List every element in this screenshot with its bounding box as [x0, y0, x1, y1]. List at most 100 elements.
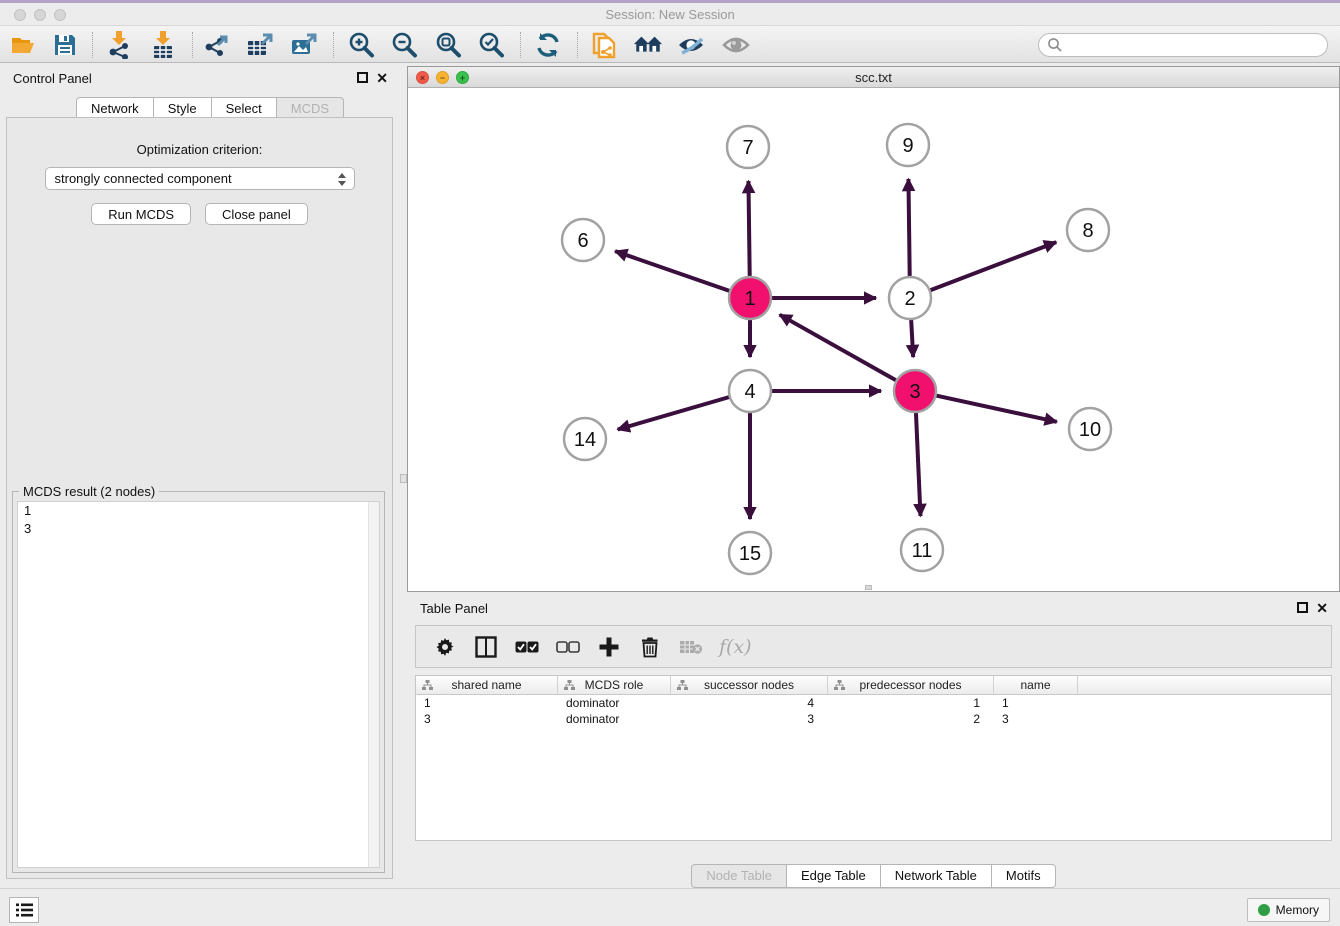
network-canvas[interactable]: 7968124314101511 — [408, 88, 1339, 591]
zoom-selected-icon[interactable] — [476, 31, 506, 59]
tab-node-table[interactable]: Node Table — [691, 864, 786, 888]
main-toolbar — [0, 26, 1340, 63]
import-table-from-file-icon[interactable] — [148, 31, 178, 59]
toolbar-separator — [192, 32, 193, 58]
cell-successor-nodes[interactable]: 4 — [671, 695, 828, 711]
control-panel: Control Panel ✕ NetworkStyleSelectMCDS O… — [0, 66, 400, 884]
control-panel-float-icon[interactable] — [357, 72, 368, 83]
criterion-select[interactable]: strongly connected component — [45, 167, 355, 190]
export-image-icon[interactable] — [289, 31, 319, 59]
save-session-icon[interactable] — [50, 31, 80, 59]
graph-edge-3-11[interactable] — [916, 412, 921, 516]
app-window-title: Session: New Session — [0, 7, 1340, 22]
select-stepper-icon — [338, 172, 347, 187]
graph-edge-2-8[interactable] — [930, 242, 1057, 290]
select-all-checks-icon[interactable] — [514, 634, 540, 660]
cell-MCDS-role[interactable]: dominator — [558, 695, 671, 711]
result-scrollbar[interactable] — [368, 502, 379, 867]
show-eye-icon[interactable] — [721, 31, 751, 59]
memory-status-icon — [1258, 904, 1270, 916]
cell-MCDS-role[interactable]: dominator — [558, 711, 671, 727]
graph-node-label-8: 8 — [1082, 220, 1093, 242]
zoom-in-icon[interactable] — [346, 31, 376, 59]
column-header-predecessor-nodes[interactable]: predecessor nodes — [828, 676, 994, 694]
network-from-file-icon[interactable] — [589, 31, 619, 59]
search-icon — [1047, 37, 1063, 53]
cell-shared-name[interactable]: 1 — [416, 695, 558, 711]
mcds-panel: Optimization criterion: strongly connect… — [6, 117, 393, 879]
import-network-from-file-icon[interactable] — [104, 31, 134, 59]
cell-name[interactable]: 3 — [994, 711, 1078, 727]
export-table-icon[interactable] — [245, 31, 275, 59]
memory-label: Memory — [1276, 903, 1319, 917]
zoom-out-icon[interactable] — [389, 31, 419, 59]
hide-eye-icon[interactable] — [676, 31, 706, 59]
delete-table-icon[interactable] — [678, 634, 704, 660]
home-icon[interactable] — [633, 31, 663, 59]
table-settings-gear-icon[interactable] — [432, 634, 458, 660]
task-history-button[interactable] — [9, 897, 39, 923]
graph-node-label-4: 4 — [744, 381, 755, 403]
network-view-window: × − + scc.txt 7968124314101511 — [407, 66, 1340, 592]
search-field[interactable] — [1038, 33, 1328, 57]
optimization-criterion-label: Optimization criterion: — [7, 142, 392, 157]
app-titlebar: Session: New Session — [0, 3, 1340, 26]
column-header-MCDS-role[interactable]: MCDS role — [558, 676, 671, 694]
cell-successor-nodes[interactable]: 3 — [671, 711, 828, 727]
mcds-result-textarea[interactable]: 13 — [17, 501, 380, 868]
graph-node-label-10: 10 — [1079, 419, 1101, 441]
graph-edge-2-9[interactable] — [908, 179, 909, 277]
graph-node-label-2: 2 — [904, 288, 915, 310]
table-toolbar: f(x) — [415, 625, 1332, 668]
graph-edge-1-6[interactable] — [615, 251, 730, 291]
node-table: shared nameMCDS rolesuccessor nodesprede… — [415, 675, 1332, 841]
delete-column-trash-icon[interactable] — [637, 634, 663, 660]
table-row[interactable]: 1dominator411 — [416, 695, 1331, 711]
graph-edge-1-7[interactable] — [748, 181, 749, 277]
panel-divider-handle[interactable] — [400, 474, 407, 483]
toolbar-separator — [577, 32, 578, 58]
function-builder-icon[interactable]: f(x) — [719, 636, 752, 658]
tab-motifs[interactable]: Motifs — [991, 864, 1056, 888]
graph-edge-3-1[interactable] — [780, 315, 897, 381]
table-row[interactable]: 3dominator323 — [416, 711, 1331, 727]
column-header-shared-name[interactable]: shared name — [416, 676, 558, 694]
graph-edge-4-14[interactable] — [618, 397, 730, 430]
status-bar: Memory — [0, 888, 1340, 926]
cell-shared-name[interactable]: 3 — [416, 711, 558, 727]
column-header-successor-nodes[interactable]: successor nodes — [671, 676, 828, 694]
export-network-icon[interactable] — [202, 31, 232, 59]
cell-predecessor-nodes[interactable]: 1 — [828, 695, 994, 711]
fit-content-icon[interactable] — [433, 31, 463, 59]
table-panel-float-icon[interactable] — [1297, 602, 1308, 613]
toolbar-separator — [520, 32, 521, 58]
column-layout-icon[interactable] — [473, 634, 499, 660]
network-window-title: scc.txt — [408, 70, 1339, 85]
canvas-resize-handle[interactable] — [865, 585, 872, 590]
table-panel-close-icon[interactable]: ✕ — [1316, 603, 1328, 614]
add-column-icon[interactable] — [596, 634, 622, 660]
cell-predecessor-nodes[interactable]: 2 — [828, 711, 994, 727]
memory-button[interactable]: Memory — [1247, 898, 1330, 922]
network-window-titlebar[interactable]: × − + scc.txt — [408, 67, 1339, 88]
graph-edge-3-10[interactable] — [936, 395, 1057, 421]
graph-node-label-15: 15 — [739, 543, 761, 565]
tab-edge-table[interactable]: Edge Table — [786, 864, 880, 888]
control-panel-title: Control Panel — [13, 71, 92, 86]
open-session-icon[interactable] — [8, 31, 38, 59]
graph-node-label-7: 7 — [742, 137, 753, 159]
deselect-all-checks-icon[interactable] — [555, 634, 581, 660]
control-panel-close-icon[interactable]: ✕ — [376, 73, 388, 84]
column-header-name[interactable]: name — [994, 676, 1078, 694]
run-mcds-button[interactable]: Run MCDS — [91, 203, 191, 225]
cell-name[interactable]: 1 — [994, 695, 1078, 711]
refresh-layout-icon[interactable] — [533, 31, 563, 59]
mcds-result-line: 1 — [18, 502, 379, 520]
node-table-header-row: shared nameMCDS rolesuccessor nodesprede… — [416, 676, 1331, 695]
tab-network-table[interactable]: Network Table — [880, 864, 991, 888]
graph-node-label-14: 14 — [574, 429, 596, 451]
graph-edge-2-3[interactable] — [911, 319, 913, 357]
close-panel-button[interactable]: Close panel — [205, 203, 308, 225]
search-input[interactable] — [1063, 35, 1327, 55]
table-panel-title: Table Panel — [420, 601, 488, 616]
